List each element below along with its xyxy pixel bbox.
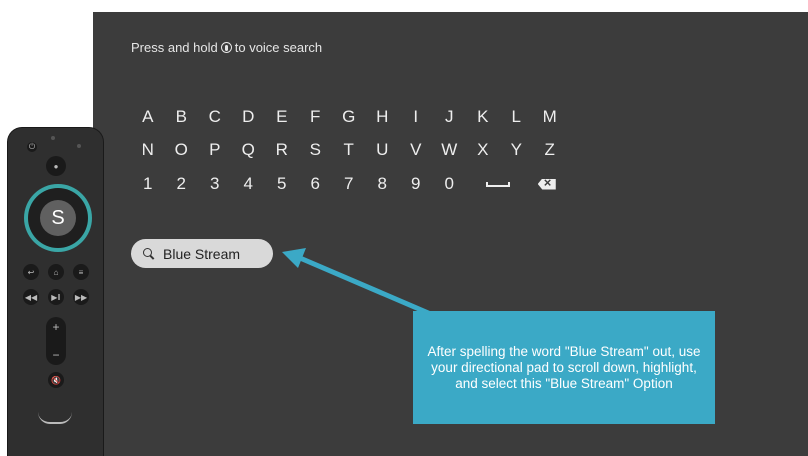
select-button: S <box>40 200 76 236</box>
navigation-ring: S <box>24 184 92 252</box>
mute-icon: 🔇 <box>48 372 64 388</box>
remote-dot <box>77 144 81 148</box>
callout-text: After spelling the word "Blue Stream" ou… <box>427 343 701 391</box>
microphone-icon: ● <box>46 156 66 176</box>
menu-icon: ≡ <box>73 264 89 280</box>
volume-minus: − <box>52 348 60 362</box>
fire-tv-remote: ⏻ ● S ↩ ⌂ ≡ ◀◀ ▶‖ ▶▶ + − 🔇 <box>8 128 103 456</box>
amazon-logo-icon <box>38 412 72 424</box>
navigation-ring-inner: S <box>28 188 88 248</box>
status-led <box>51 136 55 140</box>
power-icon: ⏻ <box>27 142 37 152</box>
rewind-icon: ◀◀ <box>23 289 39 305</box>
fast-forward-icon: ▶▶ <box>73 289 89 305</box>
play-pause-icon: ▶‖ <box>48 289 64 305</box>
volume-rocker: + − <box>46 317 66 365</box>
volume-plus: + <box>52 320 60 334</box>
back-icon: ↩ <box>23 264 39 280</box>
home-icon: ⌂ <box>48 264 64 280</box>
instruction-callout: After spelling the word "Blue Stream" ou… <box>413 311 715 424</box>
